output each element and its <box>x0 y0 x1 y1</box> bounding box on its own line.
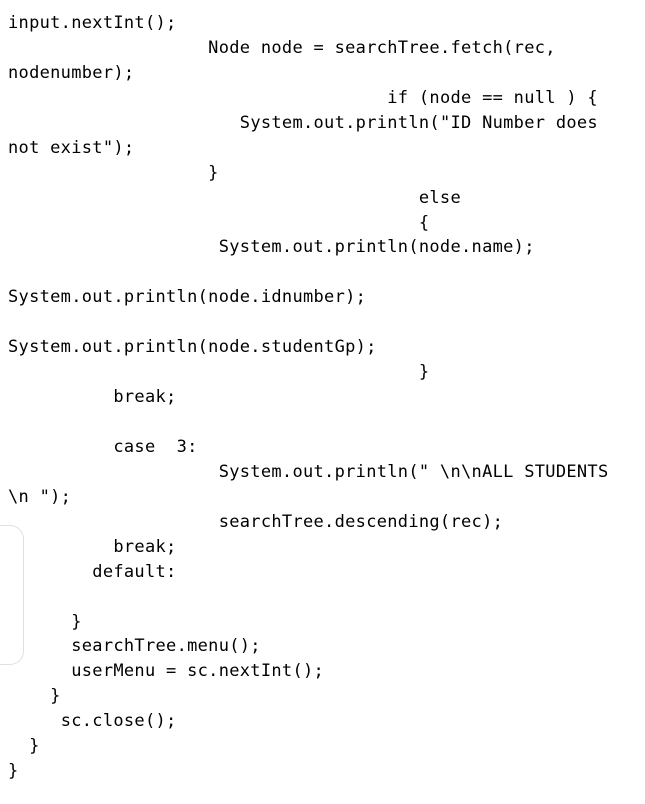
code-content: input.nextInt(); Node node = searchTree.… <box>8 13 619 781</box>
code-block: input.nextInt(); Node node = searchTree.… <box>8 12 637 785</box>
side-tab-handle[interactable] <box>0 525 24 665</box>
